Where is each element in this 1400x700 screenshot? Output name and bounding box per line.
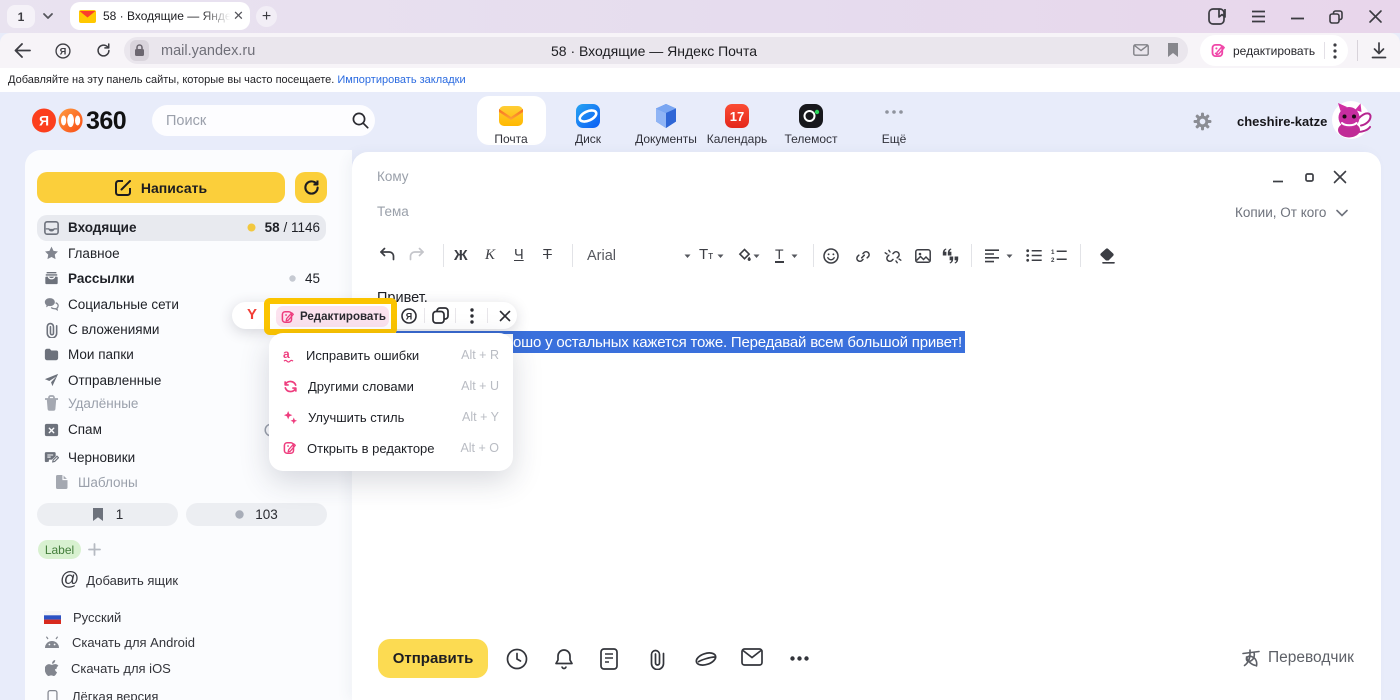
- svg-text:1: 1: [1051, 249, 1055, 256]
- svg-text:Я: Я: [60, 46, 67, 56]
- svg-text:a: a: [283, 348, 290, 361]
- svg-text:17: 17: [730, 109, 744, 124]
- svg-text:Я: Я: [406, 311, 412, 321]
- svg-text:Я: Я: [39, 112, 49, 128]
- svg-text:2: 2: [1051, 257, 1055, 262]
